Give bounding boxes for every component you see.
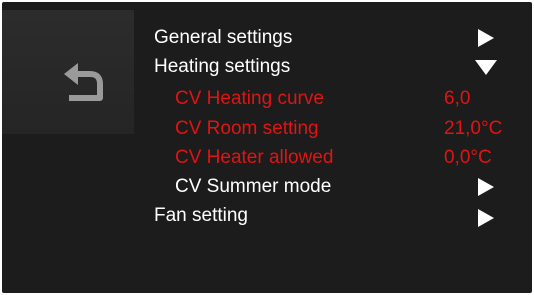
- menu-item-value: 0,0°C: [444, 147, 492, 168]
- menu-item-label: CV Room setting: [175, 118, 319, 139]
- menu-item-fan-setting[interactable]: Fan setting: [2, 201, 532, 231]
- menu-item-general-settings[interactable]: General settings: [2, 23, 532, 53]
- menu-item-label: Heating settings: [154, 56, 291, 77]
- menu-item-value: 21,0°C: [444, 118, 503, 139]
- chevron-right-icon: [478, 209, 494, 227]
- menu-item-label: General settings: [154, 27, 293, 48]
- chevron-down-icon: [475, 60, 497, 75]
- menu-item-label: CV Heater allowed: [175, 147, 334, 168]
- menu-item-cv-room-setting[interactable]: CV Room setting 21,0°C: [2, 114, 532, 144]
- menu-item-cv-summer-mode[interactable]: CV Summer mode: [2, 172, 532, 202]
- menu-item-value: 6,0: [444, 88, 471, 109]
- settings-screen: General settings Heating settings CV Hea…: [2, 2, 532, 293]
- menu-item-heating-settings[interactable]: Heating settings: [2, 52, 532, 82]
- menu-item-label: CV Heating curve: [175, 88, 324, 109]
- chevron-right-icon: [478, 178, 494, 196]
- chevron-right-icon: [478, 29, 494, 47]
- menu-item-cv-heater-allowed[interactable]: CV Heater allowed 0,0°C: [2, 143, 532, 173]
- menu-item-label: Fan setting: [154, 205, 248, 226]
- menu-item-cv-heating-curve[interactable]: CV Heating curve 6,0: [2, 84, 532, 114]
- menu-item-label: CV Summer mode: [175, 176, 332, 197]
